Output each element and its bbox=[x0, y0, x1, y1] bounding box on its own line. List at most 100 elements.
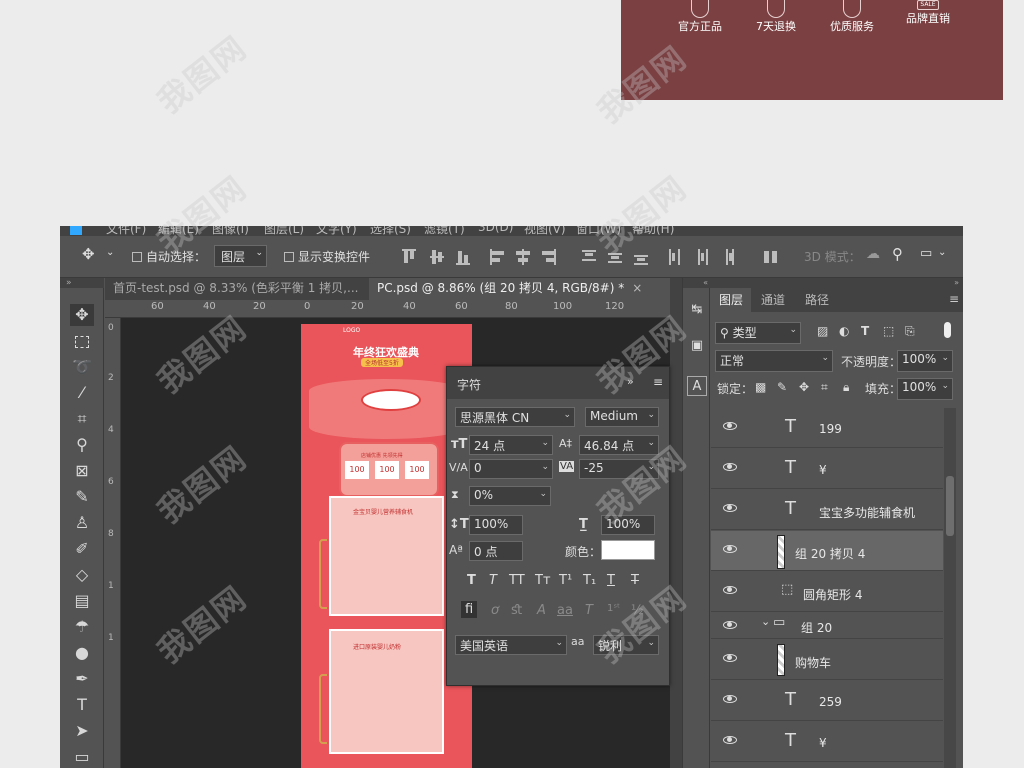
lock-image-icon[interactable]: ✎ bbox=[777, 380, 787, 394]
move-tool-icon[interactable]: ✥ bbox=[70, 304, 94, 326]
history-panel-icon[interactable]: ↹ bbox=[687, 300, 707, 320]
checkbox-icon[interactable] bbox=[132, 252, 142, 262]
ligatures-icon[interactable]: ﬁ bbox=[461, 601, 478, 618]
align-top-icon[interactable] bbox=[402, 249, 416, 265]
layer-row[interactable]: ⬚ 圆角矩形 4 bbox=[711, 572, 943, 612]
filter-smart-icon[interactable]: ⎘ bbox=[905, 324, 915, 339]
scrollbar-thumb[interactable] bbox=[946, 476, 954, 536]
type-tool-icon[interactable]: T bbox=[70, 694, 94, 716]
lock-artboard-icon[interactable]: ⌗ bbox=[821, 380, 828, 395]
auto-select-dropdown[interactable]: 图层 ⌄ bbox=[214, 245, 267, 267]
font-family-dropdown[interactable]: 思源黑体 CN ⌄ bbox=[455, 407, 575, 427]
3d-orbit-icon[interactable]: ☁ bbox=[866, 246, 880, 262]
stylistic-alt-icon[interactable]: A bbox=[537, 603, 546, 618]
visibility-eye-icon[interactable] bbox=[723, 545, 737, 553]
fill-field[interactable]: 100% ⌄ bbox=[897, 378, 953, 400]
visibility-eye-icon[interactable] bbox=[723, 422, 737, 430]
baseline-shift-field[interactable]: 0 点 bbox=[469, 541, 523, 561]
tab-paths[interactable]: 路径 bbox=[797, 288, 837, 312]
layer-row[interactable]: T 宝宝多功能辅食机 bbox=[711, 490, 943, 530]
visibility-eye-icon[interactable] bbox=[723, 586, 737, 594]
faux-italic-icon[interactable]: T bbox=[489, 573, 497, 588]
distribute-bottom-icon[interactable] bbox=[634, 249, 648, 265]
distribute-top-icon[interactable] bbox=[582, 249, 596, 265]
history-brush-tool-icon[interactable]: ✐ bbox=[70, 538, 94, 560]
panel-menu-icon[interactable]: ≡ bbox=[949, 292, 959, 306]
all-caps-icon[interactable]: TT bbox=[509, 573, 525, 588]
panel-collapse-icon[interactable]: » bbox=[60, 278, 104, 288]
gradient-tool-icon[interactable]: ▤ bbox=[70, 590, 94, 612]
menu-file[interactable]: 文件(F) bbox=[106, 226, 146, 236]
magic-wand-tool-icon[interactable]: ⁄ bbox=[70, 382, 94, 404]
checkbox-icon[interactable] bbox=[284, 252, 294, 262]
healing-brush-tool-icon[interactable]: ⊠ bbox=[70, 460, 94, 482]
path-select-tool-icon[interactable]: ➤ bbox=[70, 720, 94, 742]
align-vcenter-icon[interactable] bbox=[430, 249, 444, 265]
swash-icon[interactable]: ﬆ bbox=[511, 603, 522, 618]
text-color-swatch[interactable] bbox=[601, 540, 655, 560]
panel-expand-icon[interactable]: « bbox=[683, 278, 711, 288]
crop-tool-icon[interactable]: ⌗ bbox=[70, 408, 94, 430]
kerning-field[interactable]: 0 ⌄ bbox=[469, 459, 553, 479]
move-tool-icon[interactable]: ✥ bbox=[82, 245, 95, 263]
layer-row[interactable]: T 259 bbox=[711, 681, 943, 721]
panel-collapse-icon[interactable]: » bbox=[711, 278, 963, 288]
underline-icon[interactable]: T bbox=[607, 573, 615, 588]
menu-layer[interactable]: 图层(L) bbox=[264, 226, 304, 236]
visibility-eye-icon[interactable] bbox=[723, 504, 737, 512]
layers-scrollbar[interactable] bbox=[944, 408, 956, 768]
layer-row[interactable]: 购物车 bbox=[711, 640, 943, 680]
layer-row-selected[interactable]: 组 20 拷贝 4 bbox=[711, 531, 943, 571]
filter-toggle[interactable] bbox=[944, 322, 951, 338]
distribute-hcenter-icon[interactable] bbox=[694, 249, 708, 265]
lock-position-icon[interactable]: ✥ bbox=[799, 380, 809, 394]
distribute-right-icon[interactable] bbox=[720, 249, 734, 265]
visibility-eye-icon[interactable] bbox=[723, 736, 737, 744]
chevron-down-icon[interactable]: ⌄ bbox=[106, 247, 114, 258]
eyedropper-tool-icon[interactable]: ⚲ bbox=[70, 434, 94, 456]
show-transform-checkbox[interactable]: 显示变换控件 bbox=[284, 248, 370, 265]
pen-tool-icon[interactable]: ✒ bbox=[70, 668, 94, 690]
lock-transparent-icon[interactable]: ▩ bbox=[755, 380, 766, 394]
align-bottom-icon[interactable] bbox=[456, 249, 470, 265]
subscript-icon[interactable]: T₁ bbox=[583, 573, 596, 588]
layer-filter-dropdown[interactable]: ⚲ 类型 ⌄ bbox=[715, 322, 801, 344]
tsume-field[interactable]: 0% ⌄ bbox=[469, 486, 551, 506]
ordinals-icon[interactable]: T bbox=[585, 603, 593, 618]
small-caps-icon[interactable]: Tт bbox=[535, 573, 551, 588]
align-right-icon[interactable] bbox=[542, 249, 556, 265]
distribute-left-icon[interactable] bbox=[668, 249, 682, 265]
rectangle-tool-icon[interactable]: ▭ bbox=[70, 746, 94, 768]
visibility-eye-icon[interactable] bbox=[723, 463, 737, 471]
opacity-field[interactable]: 100% ⌄ bbox=[897, 350, 953, 372]
panel-menu-icon[interactable]: ≡ bbox=[653, 375, 663, 389]
eraser-tool-icon[interactable]: ◇ bbox=[70, 564, 94, 586]
lock-all-icon[interactable]: 🔒︎ bbox=[843, 380, 849, 395]
menu-type[interactable]: 文字(Y) bbox=[316, 226, 357, 236]
tab-home-psd[interactable]: 首页-test.psd @ 8.33% (色彩平衡 1 拷贝,... bbox=[105, 278, 367, 300]
menu-3d[interactable]: 3D(D) bbox=[478, 226, 513, 234]
tab-pc-psd[interactable]: PC.psd @ 8.86% (组 20 拷贝 4, RGB/8#) * × bbox=[369, 278, 670, 300]
dodge-tool-icon[interactable]: ● bbox=[70, 642, 94, 664]
font-size-field[interactable]: 24 点 ⌄ bbox=[469, 435, 553, 455]
blend-mode-dropdown[interactable]: 正常 ⌄ bbox=[715, 350, 833, 372]
faux-bold-icon[interactable]: T bbox=[467, 573, 476, 588]
visibility-eye-icon[interactable] bbox=[723, 695, 737, 703]
old-style-icon[interactable]: ơ bbox=[491, 603, 499, 618]
strikethrough-icon[interactable]: T bbox=[631, 573, 639, 588]
filter-shape-icon[interactable]: ⬚ bbox=[883, 324, 894, 338]
search-icon[interactable]: ⚲ bbox=[892, 245, 903, 263]
visibility-eye-icon[interactable] bbox=[723, 654, 737, 662]
align-hcenter-icon[interactable] bbox=[516, 249, 530, 265]
titling-alt-icon[interactable]: aa bbox=[557, 603, 573, 618]
tab-layers[interactable]: 图层 bbox=[711, 288, 752, 312]
menu-view[interactable]: 视图(V) bbox=[524, 226, 566, 236]
lasso-tool-icon[interactable]: ➰ bbox=[70, 356, 94, 378]
character-panel-icon[interactable]: A bbox=[687, 376, 707, 396]
menu-select[interactable]: 选择(S) bbox=[370, 226, 411, 236]
layer-row[interactable]: T ¥ bbox=[711, 449, 943, 489]
superscript-icon[interactable]: T¹ bbox=[559, 573, 572, 588]
chevron-down-icon[interactable]: ⌄ bbox=[761, 615, 770, 628]
close-icon[interactable]: × bbox=[632, 281, 642, 295]
filter-type-icon[interactable]: T bbox=[861, 324, 869, 338]
